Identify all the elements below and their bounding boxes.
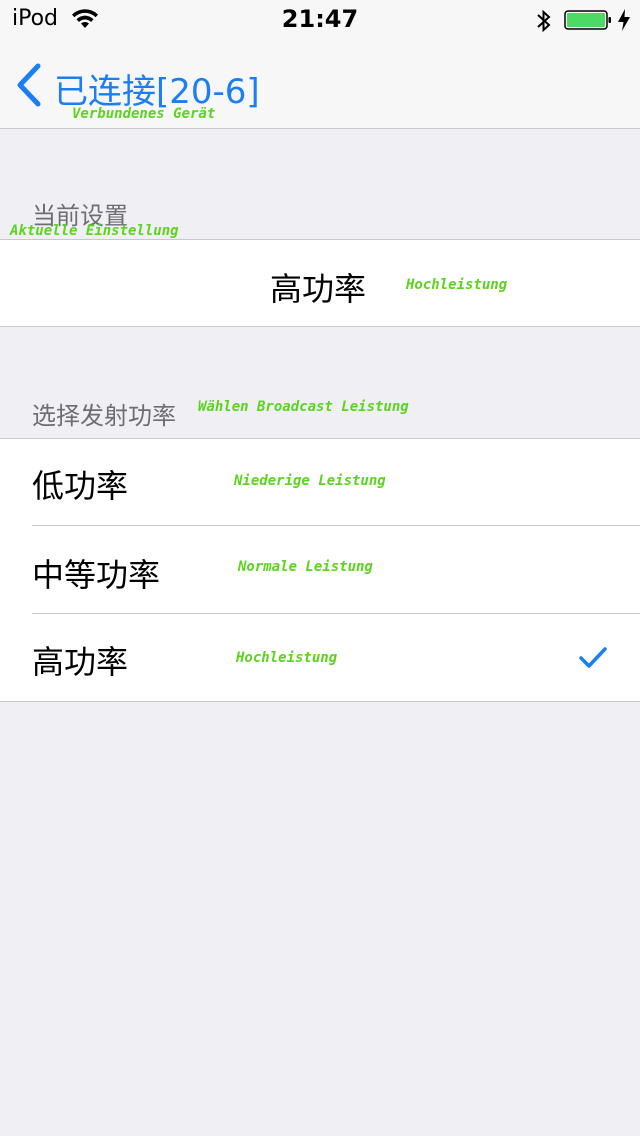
battery-icon bbox=[564, 10, 611, 30]
power-select-header-note: Wählen Broadcast Leistung bbox=[198, 399, 409, 415]
power-options-list: 低功率 Niederige Leistung 中等功率 Normale Leis… bbox=[0, 438, 640, 702]
current-setting-group: 高功率 Hochleistung bbox=[0, 239, 640, 327]
bluetooth-icon bbox=[537, 9, 551, 33]
power-option-high[interactable]: 高功率 Hochleistung bbox=[0, 614, 640, 701]
power-option-label: 高功率 bbox=[32, 643, 129, 681]
current-setting-header-note: Aktuelle Einstellung bbox=[10, 223, 179, 239]
charging-bolt-icon bbox=[618, 9, 630, 31]
checkmark-icon bbox=[579, 647, 607, 668]
power-option-note: Niederige Leistung bbox=[234, 473, 386, 489]
power-option-medium[interactable]: 中等功率 Normale Leistung bbox=[0, 526, 640, 614]
back-button-subtitle: Verbundenes Gerät bbox=[72, 106, 216, 122]
power-option-low[interactable]: 低功率 Niederige Leistung bbox=[0, 439, 640, 526]
chevron-left-icon[interactable] bbox=[14, 62, 44, 108]
power-option-note: Normale Leistung bbox=[238, 559, 373, 575]
status-bar: iPod 21:47 bbox=[0, 0, 640, 40]
power-option-note: Hochleistung bbox=[236, 650, 338, 666]
navigation-bar: 已连接[20-6] Verbundenes Gerät bbox=[0, 40, 640, 129]
power-option-label: 中等功率 bbox=[32, 556, 161, 594]
current-setting-value-note: Hochleistung bbox=[406, 277, 508, 293]
power-option-label: 低功率 bbox=[32, 467, 129, 505]
current-setting-value: 高功率 bbox=[270, 270, 367, 308]
power-select-header: 选择发射功率 bbox=[32, 402, 176, 430]
